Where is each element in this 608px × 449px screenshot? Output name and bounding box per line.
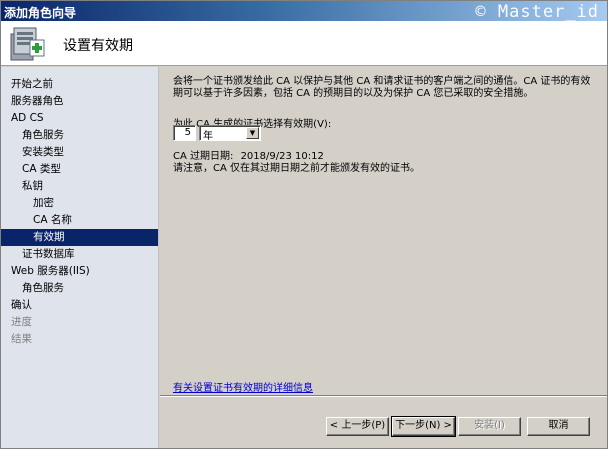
nav-item[interactable]: 确认 xyxy=(1,297,158,314)
chevron-down-icon[interactable]: ▼ xyxy=(246,127,259,139)
nav-item[interactable]: 开始之前 xyxy=(1,76,158,93)
validity-period-input[interactable]: 5 xyxy=(173,125,196,141)
next-button[interactable]: 下一步(N) > xyxy=(391,416,456,437)
nav-item[interactable]: 安装类型 xyxy=(1,144,158,161)
nav-item[interactable]: CA 名称 xyxy=(1,212,158,229)
wizard-header: 设置有效期 xyxy=(1,21,607,66)
wizard-nav: 开始之前 服务器角色 AD CS 角色服务 安装类型 CA 类型 私钥 加密 CA 名称 有效期证… xyxy=(1,67,159,448)
cancel-button[interactable]: 取消 xyxy=(527,417,590,436)
nav-item[interactable]: Web 服务器(IIS) xyxy=(1,263,158,280)
content-pane: 会将一个证书颁发给此 CA 以保护与其他 CA 和请求证书的客户端之间的通信。C… xyxy=(160,67,607,448)
nav-item[interactable]: CA 类型 xyxy=(1,161,158,178)
nav-item[interactable]: 证书数据库 xyxy=(1,246,158,263)
watermark: © Master_id xyxy=(475,2,599,22)
validity-unit-select[interactable]: 年 ▼ xyxy=(199,125,261,142)
nav-item[interactable]: 加密 xyxy=(1,195,158,212)
nav-item[interactable]: 私钥 xyxy=(1,178,158,195)
nav-item[interactable]: 有效期 xyxy=(1,229,158,246)
intro-text: 会将一个证书颁发给此 CA 以保护与其他 CA 和请求证书的客户端之间的通信。C… xyxy=(173,76,591,99)
validity-unit-value: 年 xyxy=(203,131,213,142)
nav-item[interactable]: 服务器角色 xyxy=(1,93,158,110)
page-title: 设置有效期 xyxy=(63,38,133,54)
server-role-wizard-icon xyxy=(10,27,45,61)
nav-item: 结果 xyxy=(11,333,32,345)
nav-item[interactable]: 角色服务 xyxy=(1,127,158,144)
nav-item[interactable]: 角色服务 xyxy=(1,280,158,297)
install-button[interactable]: 安装(I) xyxy=(458,417,521,436)
nav-item: 进度 xyxy=(11,316,32,328)
footer-divider xyxy=(160,395,607,397)
more-info-link[interactable]: 有关设置证书有效期的详细信息 xyxy=(173,379,313,394)
wizard-window: 添加角色向导 © Master_id 设置有效期 开始之前 服务器角色 AD CS 角… xyxy=(0,0,608,449)
window-title: 添加角色向导 xyxy=(4,6,77,20)
validity-note: 请注意，CA 仅在其过期日期之前才能颁发有效的证书。 xyxy=(173,163,421,174)
back-button[interactable]: < 上一步(P) xyxy=(326,417,389,436)
nav-item[interactable]: AD CS xyxy=(1,110,158,127)
